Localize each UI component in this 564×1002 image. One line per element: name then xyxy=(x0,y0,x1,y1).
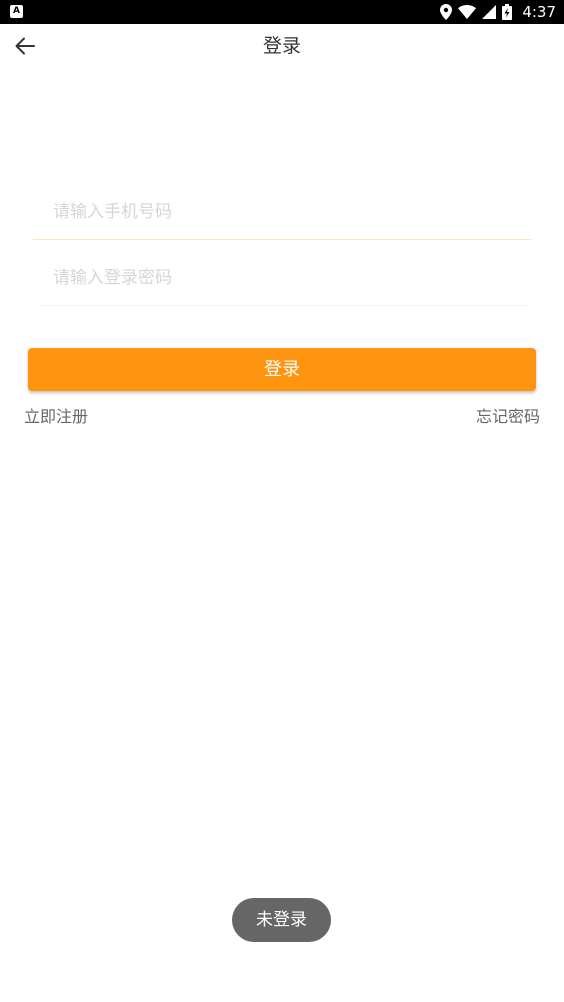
toolbar: 登录 xyxy=(0,24,564,68)
page-title: 登录 xyxy=(262,35,301,57)
wifi-icon xyxy=(458,5,477,19)
arrow-left-icon xyxy=(15,37,35,55)
battery-icon xyxy=(502,4,513,20)
login-button[interactable]: 登录 xyxy=(28,348,536,391)
status-time: 4:37 xyxy=(522,3,556,21)
password-field xyxy=(40,250,528,306)
back-button[interactable] xyxy=(10,32,40,60)
toast-message: 未登录 xyxy=(232,898,331,942)
phone-field xyxy=(33,184,531,240)
status-bar: A 4:37 xyxy=(0,0,564,24)
signal-icon xyxy=(482,5,497,19)
status-icons: 4:37 xyxy=(440,0,556,24)
password-input[interactable] xyxy=(40,250,528,305)
app-notification-icon: A xyxy=(10,5,23,18)
register-link[interactable]: 立即注册 xyxy=(24,406,88,428)
location-icon xyxy=(440,4,453,20)
app-notification-letter: A xyxy=(13,6,20,16)
phone-input[interactable] xyxy=(33,184,531,239)
forgot-password-link[interactable]: 忘记密码 xyxy=(476,406,540,428)
